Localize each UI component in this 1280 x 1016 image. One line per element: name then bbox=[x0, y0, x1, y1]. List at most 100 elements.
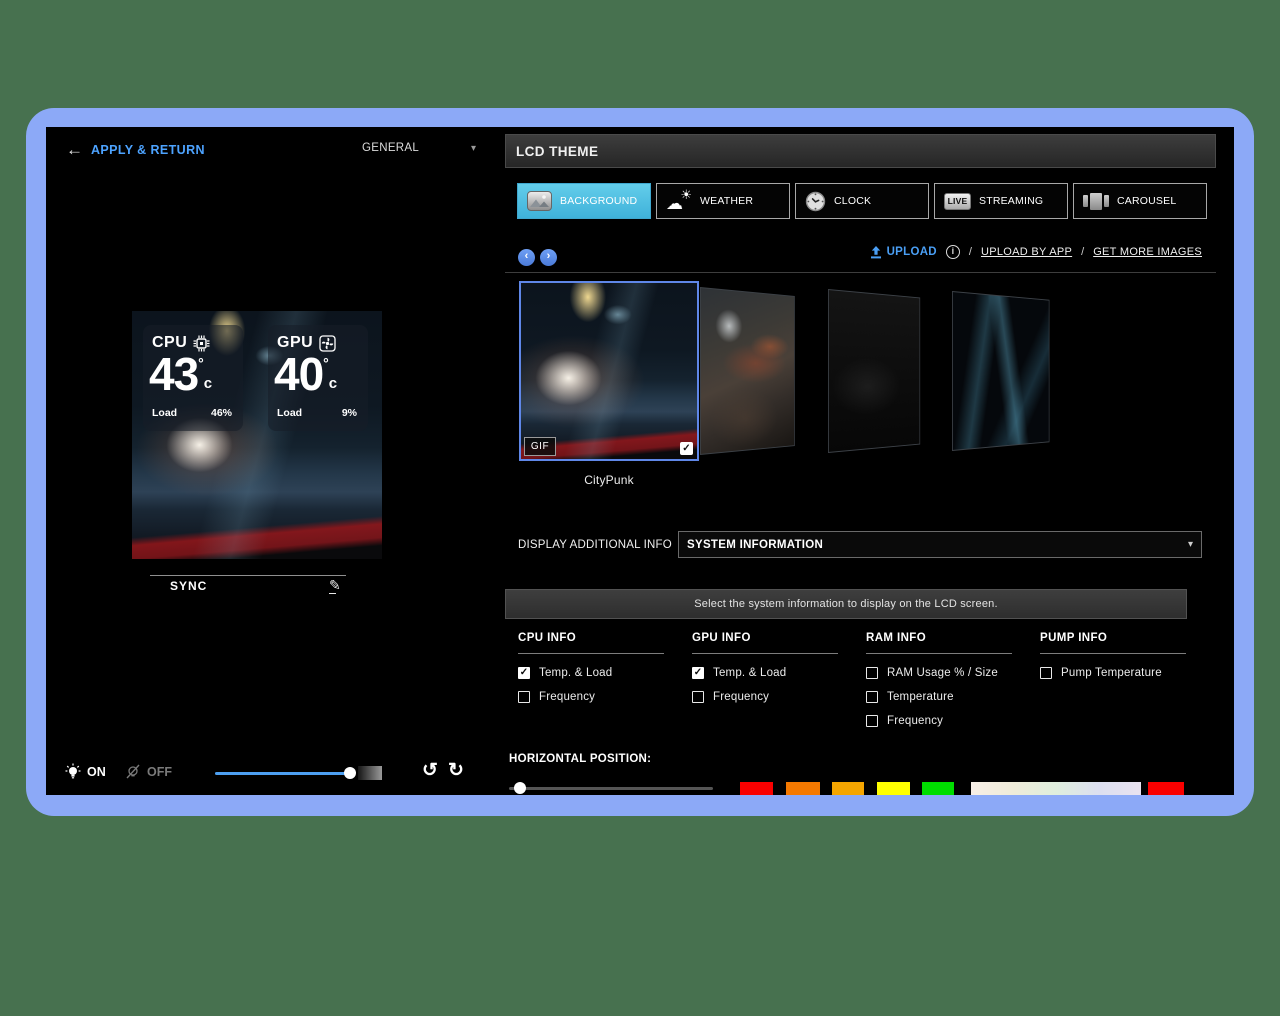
gallery-thumbnail-citypunk[interactable]: GIF ✓ bbox=[519, 281, 699, 461]
chevron-down-icon: ▾ bbox=[1188, 539, 1193, 550]
edit-name-icon[interactable]: ✎ bbox=[329, 577, 341, 594]
thumbnail-caption: CityPunk bbox=[519, 473, 699, 487]
additional-info-value: SYSTEM INFORMATION bbox=[687, 539, 823, 551]
ram-temperature-checkbox[interactable]: Temperature bbox=[866, 690, 1026, 703]
upload-icon bbox=[870, 246, 882, 259]
gallery-next-button[interactable]: › bbox=[540, 249, 557, 266]
tab-clock[interactable]: CLOCK bbox=[795, 183, 929, 219]
apply-return-label: APPLY & RETURN bbox=[91, 143, 205, 157]
color-swatch-amber[interactable] bbox=[832, 782, 864, 795]
additional-info-label: DISPLAY ADDITIONAL INFO bbox=[518, 531, 672, 558]
gpu-load-label: Load bbox=[277, 407, 302, 419]
cpu-temperature: 43°c bbox=[149, 351, 212, 397]
gif-badge: GIF bbox=[524, 437, 556, 456]
separator-slash: / bbox=[1081, 246, 1084, 258]
gpu-stat-card: GPU 40°c Load 9% bbox=[268, 325, 368, 431]
gpu-temp-load-checkbox[interactable]: ✓ Temp. & Load bbox=[692, 666, 852, 679]
get-more-images-link[interactable]: GET MORE IMAGES bbox=[1093, 246, 1202, 258]
rotate-ccw-icon[interactable]: ↺ bbox=[422, 759, 438, 782]
lcd-theme-header: LCD THEME bbox=[505, 134, 1216, 168]
tab-carousel-label: CAROUSEL bbox=[1117, 195, 1176, 207]
preview-name: SYNC bbox=[170, 579, 207, 593]
weather-icon: ☀ ☁ bbox=[666, 190, 692, 212]
separator-slash: / bbox=[969, 246, 972, 258]
ram-usage-checkbox[interactable]: RAM Usage % / Size bbox=[866, 666, 1026, 679]
gpu-load-value: 9% bbox=[342, 407, 357, 419]
pump-temperature-checkbox[interactable]: Pump Temperature bbox=[1040, 666, 1200, 679]
gallery-divider bbox=[505, 272, 1216, 273]
apply-return-button[interactable]: ← APPLY & RETURN bbox=[66, 141, 205, 158]
mode-dropdown[interactable]: GENERAL ▾ bbox=[352, 137, 482, 159]
cpu-load-value: 46% bbox=[211, 407, 232, 419]
app-panel: ← APPLY & RETURN GENERAL ▾ CPU bbox=[46, 127, 1234, 795]
clock-icon bbox=[805, 191, 826, 212]
gallery-thumbnail-2[interactable] bbox=[700, 287, 795, 455]
bulb-off-icon bbox=[124, 763, 142, 781]
mode-dropdown-value: GENERAL bbox=[362, 142, 419, 154]
back-arrow-icon: ← bbox=[66, 141, 83, 158]
lcd-theme-title: LCD THEME bbox=[516, 144, 598, 159]
gallery-thumbnail-4[interactable] bbox=[952, 291, 1049, 451]
gpu-info-title: GPU INFO bbox=[692, 632, 852, 644]
display-controls: ON OFF ↺ ↻ bbox=[46, 761, 506, 787]
upload-by-app-link[interactable]: UPLOAD BY APP bbox=[981, 246, 1072, 258]
horizontal-position-label: HORIZONTAL POSITION: bbox=[509, 753, 651, 765]
thumbnail-checkbox[interactable]: ✓ bbox=[680, 442, 693, 455]
color-swatch-gradient[interactable] bbox=[971, 782, 1141, 795]
ram-frequency-checkbox[interactable]: Frequency bbox=[866, 714, 1026, 727]
cpu-temp-load-checkbox[interactable]: ✓ Temp. & Load bbox=[518, 666, 678, 679]
cpu-frequency-checkbox[interactable]: Frequency bbox=[518, 690, 678, 703]
color-swatch-green[interactable] bbox=[922, 782, 954, 795]
color-swatches bbox=[740, 782, 1184, 795]
upload-button[interactable]: UPLOAD bbox=[870, 246, 937, 259]
tab-weather-label: WEATHER bbox=[700, 195, 753, 207]
gallery-thumbnail-3[interactable] bbox=[828, 289, 920, 453]
pump-info-group: PUMP INFO Pump Temperature bbox=[1040, 632, 1200, 690]
live-icon: LIVE bbox=[944, 193, 971, 210]
tab-streaming-label: STREAMING bbox=[979, 195, 1043, 207]
display-on-label: ON bbox=[87, 765, 106, 779]
helper-bar: Select the system information to display… bbox=[505, 589, 1187, 619]
ram-info-group: RAM INFO RAM Usage % / Size Temperature … bbox=[866, 632, 1026, 738]
theme-tabs: BACKGROUND ☀ ☁ WEATHER bbox=[517, 183, 1207, 219]
cpu-info-title: CPU INFO bbox=[518, 632, 678, 644]
brightness-slider-knob[interactable] bbox=[344, 767, 356, 779]
additional-info-dropdown[interactable]: SYSTEM INFORMATION ▾ bbox=[678, 531, 1202, 558]
tab-weather[interactable]: ☀ ☁ WEATHER bbox=[656, 183, 790, 219]
tab-streaming[interactable]: LIVE STREAMING bbox=[934, 183, 1068, 219]
preview-name-divider bbox=[150, 575, 346, 576]
horizontal-position-slider-track[interactable] bbox=[509, 787, 713, 790]
gpu-temperature: 40°c bbox=[274, 351, 337, 397]
upload-label: UPLOAD bbox=[887, 246, 937, 258]
upload-links: UPLOAD i / UPLOAD BY APP / GET MORE IMAG… bbox=[870, 245, 1202, 259]
color-swatch-yellow[interactable] bbox=[877, 782, 910, 795]
app-window-frame: ← APPLY & RETURN GENERAL ▾ CPU bbox=[26, 108, 1254, 816]
display-off-label: OFF bbox=[147, 765, 172, 779]
image-icon bbox=[527, 191, 552, 211]
display-on-button[interactable]: ON bbox=[64, 763, 106, 781]
tab-background-label: BACKGROUND bbox=[560, 195, 637, 207]
tab-carousel[interactable]: CAROUSEL bbox=[1073, 183, 1207, 219]
pump-info-title: PUMP INFO bbox=[1040, 632, 1200, 644]
color-swatch-red-2[interactable] bbox=[1148, 782, 1184, 795]
helper-text: Select the system information to display… bbox=[694, 598, 997, 610]
horizontal-position-slider-knob[interactable] bbox=[514, 782, 526, 794]
lcd-preview: CPU 43° bbox=[132, 311, 382, 559]
display-off-button[interactable]: OFF bbox=[124, 763, 172, 781]
info-icon[interactable]: i bbox=[946, 245, 960, 259]
ram-info-title: RAM INFO bbox=[866, 632, 1026, 644]
rotate-cw-icon[interactable]: ↻ bbox=[448, 759, 464, 782]
brightness-gradient-swatch bbox=[358, 766, 382, 780]
color-swatch-orange[interactable] bbox=[786, 782, 820, 795]
bulb-on-icon bbox=[64, 763, 82, 781]
chevron-down-icon: ▾ bbox=[471, 143, 476, 154]
carousel-icon bbox=[1083, 193, 1109, 210]
gallery-prev-button[interactable]: ‹ bbox=[518, 249, 535, 266]
color-swatch-red[interactable] bbox=[740, 782, 773, 795]
gpu-frequency-checkbox[interactable]: Frequency bbox=[692, 690, 852, 703]
brightness-slider-track[interactable] bbox=[215, 772, 351, 775]
gpu-info-group: GPU INFO ✓ Temp. & Load Frequency bbox=[692, 632, 852, 714]
cpu-load-label: Load bbox=[152, 407, 177, 419]
tab-clock-label: CLOCK bbox=[834, 195, 871, 207]
tab-background[interactable]: BACKGROUND bbox=[517, 183, 651, 219]
